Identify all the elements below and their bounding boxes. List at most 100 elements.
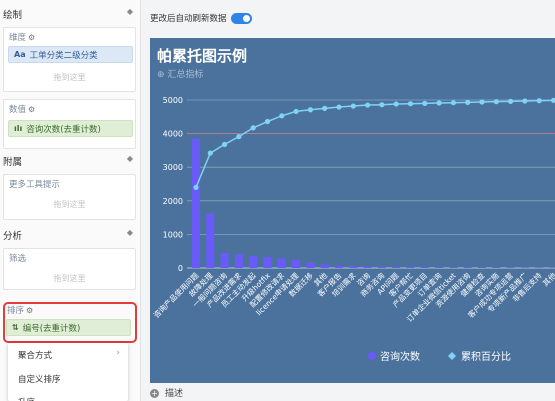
value-label: 数值 — [9, 105, 27, 115]
dimension-label: 维度 — [9, 33, 27, 43]
bar — [206, 213, 215, 268]
cumulative-point — [336, 104, 342, 110]
description-row[interactable]: + 描述 — [150, 386, 183, 399]
dimension-chip-label: 工单分类二级分类 — [29, 50, 98, 61]
bar — [249, 255, 258, 268]
cumulative-point — [236, 134, 242, 140]
y-tick-label: 5000 — [163, 96, 183, 105]
bar — [449, 267, 458, 268]
field-panel: 绘制 ◆ 维度 ⚙ Aa 工单分类二级分类 拖到这里 数值 ⚙ ılı 咨询次数(去… — [0, 0, 141, 401]
cumulative-point — [207, 150, 213, 156]
y-tick-label: 2000 — [163, 197, 183, 206]
value-well[interactable]: 数值 ⚙ ılı 咨询次数(去重计数) — [3, 99, 136, 149]
sort-context-menu: 聚合方式 › 自定义排序 升序 — [8, 343, 128, 401]
draw-section-header[interactable]: 绘制 ◆ — [0, 7, 141, 21]
cumulative-point — [264, 118, 271, 125]
cumulative-point — [479, 99, 485, 105]
menu-item-ascending[interactable]: 升序 — [18, 396, 35, 401]
filter-drop-hint: 拖到这里 — [53, 274, 86, 283]
auto-refresh-toggle[interactable] — [230, 12, 252, 24]
bar — [363, 266, 372, 268]
bar — [420, 267, 429, 268]
cumulative-point — [422, 100, 428, 106]
auto-refresh-label: 更改后自动刷新数据 — [150, 14, 227, 24]
attach-section-header[interactable]: 附属 ◆ — [0, 154, 141, 168]
gear-icon[interactable]: ⚙ — [28, 33, 35, 42]
legend-label-bars: 咨询次数 — [380, 350, 420, 363]
cumulative-point — [522, 98, 528, 104]
legend-swatch-bars — [368, 352, 376, 360]
auto-refresh-row: 更改后自动刷新数据 — [150, 12, 252, 24]
analysis-section-header[interactable]: 分析 ◆ — [0, 228, 141, 242]
cumulative-point — [379, 102, 385, 108]
cumulative-point — [393, 101, 399, 107]
legend-label-line: 累积百分比 — [461, 351, 511, 363]
bar — [377, 266, 386, 268]
y-tick-label: 0 — [178, 264, 183, 273]
filter-well[interactable]: 筛选 拖到这里 — [3, 248, 136, 290]
bar — [406, 266, 415, 268]
cumulative-point — [293, 108, 299, 115]
description-label: 描述 — [165, 389, 184, 399]
add-description-icon[interactable]: + — [150, 389, 159, 398]
highlight-frame — [3, 302, 137, 343]
bar — [306, 262, 315, 268]
cumulative-point — [250, 125, 256, 131]
text-type-icon: Aa — [14, 50, 26, 59]
dimension-well[interactable]: 维度 ⚙ Aa 工单分类二级分类 拖到这里 — [3, 27, 136, 92]
collapse-icon[interactable]: ◆ — [127, 228, 133, 237]
cumulative-point — [465, 99, 471, 105]
tooltip-label: 更多工具提示 — [9, 180, 61, 190]
legend-swatch-line — [448, 352, 456, 360]
pareto-chart: 500040003000200010000咨询产品使用问题故障处理一般问题咨询产… — [151, 96, 555, 363]
bar — [220, 252, 229, 268]
cumulative-point — [322, 105, 328, 111]
measure-icon: ılı — [14, 124, 23, 133]
bar — [463, 267, 472, 268]
collapse-icon[interactable]: ◆ — [127, 154, 133, 163]
y-tick-label: 4000 — [163, 130, 183, 139]
y-tick-label: 3000 — [163, 163, 183, 172]
cumulative-point — [279, 113, 285, 119]
analysis-section-title: 分析 — [3, 231, 23, 242]
bar — [192, 138, 200, 268]
chart-editor-main: 更改后自动刷新数据 帕累托图示例 ⊕ 汇总指标 5000 4000 3000 2000… — [142, 0, 555, 401]
dimension-drop-hint: 拖到这里 — [53, 73, 86, 82]
gear-icon[interactable]: ⚙ — [28, 105, 35, 114]
draw-section-title: 绘制 — [3, 10, 23, 21]
cumulative-point — [407, 101, 414, 107]
cumulative-point — [536, 98, 542, 104]
bar — [263, 256, 272, 268]
cumulative-point — [307, 107, 313, 113]
cumulative-point — [350, 103, 356, 109]
cumulative-point — [222, 141, 228, 147]
cumulative-point — [365, 102, 371, 108]
cumulative-point — [508, 98, 514, 104]
chevron-right-icon: › — [116, 348, 120, 358]
tooltip-drop-hint: 拖到这里 — [53, 200, 86, 209]
attach-section-title: 附属 — [3, 157, 23, 168]
bar — [320, 264, 329, 268]
bar — [435, 267, 444, 268]
cumulative-point — [450, 100, 456, 106]
tooltip-well[interactable]: 更多工具提示 拖到这里 — [3, 174, 136, 220]
cumulative-point — [193, 184, 199, 190]
menu-item-custom-sort[interactable]: 自定义排序 — [18, 373, 61, 385]
bar — [234, 254, 243, 268]
chart-card: 帕累托图示例 ⊕ 汇总指标 5000 4000 3000 2000 1000 0 咨询产品使… — [150, 38, 555, 383]
bar — [392, 266, 401, 268]
value-chip[interactable]: ılı 咨询次数(去重计数) — [8, 120, 133, 137]
value-chip-label: 咨询次数(去重计数) — [26, 124, 101, 135]
x-tick-label: 其他 — [540, 270, 555, 288]
bar — [335, 265, 343, 268]
filter-label: 筛选 — [9, 254, 27, 264]
cumulative-point — [436, 100, 442, 106]
collapse-icon[interactable]: ◆ — [127, 7, 133, 16]
bar — [349, 265, 358, 268]
cumulative-point — [493, 99, 499, 105]
cumulative-line — [195, 99, 554, 188]
y-tick-label: 1000 — [163, 230, 183, 239]
menu-item-aggregation[interactable]: 聚合方式 — [18, 349, 52, 361]
bar — [277, 258, 286, 268]
dimension-chip[interactable]: Aa 工单分类二级分类 — [8, 46, 133, 63]
